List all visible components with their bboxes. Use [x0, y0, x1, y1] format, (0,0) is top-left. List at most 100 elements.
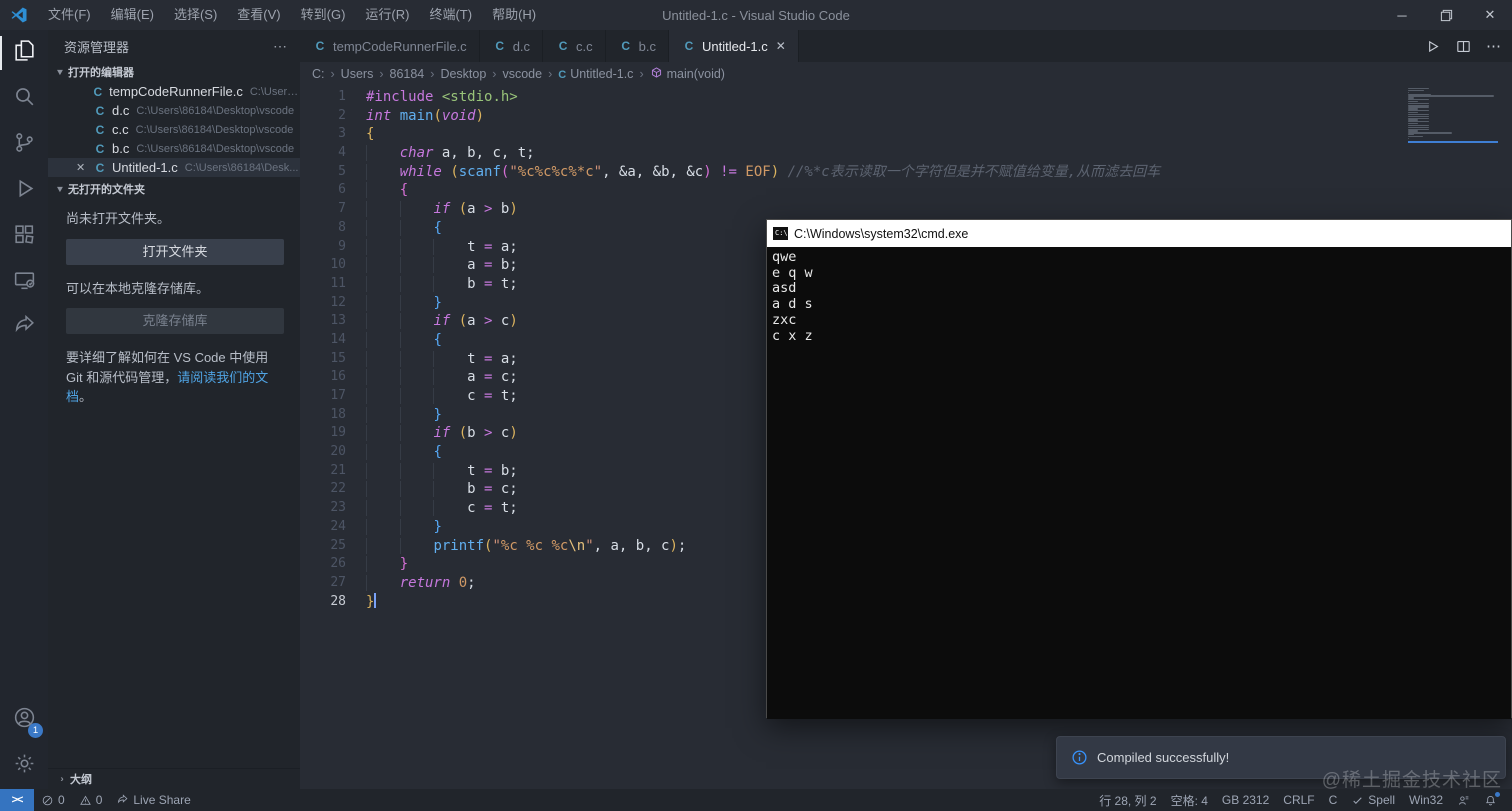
menu-item[interactable]: 查看(V) — [227, 0, 290, 30]
more-actions-icon[interactable]: ⋯ — [1486, 37, 1502, 55]
open-editor-item[interactable]: Cb.c C:\Users\86184\Desktop\vscode — [48, 139, 300, 158]
breadcrumb-item[interactable]: C Untitled-1.c — [558, 67, 633, 81]
menu-item[interactable]: 帮助(H) — [482, 0, 546, 30]
open-editors-section[interactable]: ▼ 打开的编辑器 — [48, 62, 300, 82]
breadcrumb-item[interactable]: 86184 — [390, 67, 425, 81]
split-editor-icon[interactable] — [1455, 38, 1472, 55]
code-line[interactable]: 7 if (a > b) — [300, 200, 1512, 219]
cmd-titlebar[interactable]: C:\Windows\system32\cmd.exe — [767, 220, 1511, 247]
status-win32[interactable]: Win32 — [1402, 789, 1450, 811]
breadcrumb-item[interactable]: Users — [341, 67, 374, 81]
line-number: 8 — [338, 219, 346, 235]
code-line[interactable]: 2 int main(void) — [300, 107, 1512, 126]
cmd-output[interactable]: qwe e q w asd a d s zxc c x z — [767, 247, 1511, 719]
activitybar-remote-explorer[interactable] — [0, 260, 48, 306]
tab-tempCodeRunnerFile.c[interactable]: CtempCodeRunnerFile.c — [300, 30, 480, 62]
menu-item[interactable]: 转到(G) — [291, 0, 356, 30]
token-var — [450, 575, 458, 591]
remote-indicator[interactable]: >< — [0, 789, 34, 811]
activitybar-source-control[interactable] — [0, 122, 48, 168]
open-editor-item[interactable]: CtempCodeRunnerFile.c C:\Users\... — [48, 82, 300, 101]
breadcrumb: C: › Users › 86184 › Desktop › vscode › C Untitled-… — [300, 62, 1512, 86]
status-0[interactable]: 0 — [34, 789, 72, 811]
close-tab-icon[interactable]: ✕ — [776, 39, 786, 53]
status-live-share[interactable]: Live Share — [109, 789, 197, 811]
line-number: 13 — [330, 313, 346, 329]
code-line[interactable]: 6 { — [300, 181, 1512, 200]
menu-item[interactable]: 终端(T) — [419, 0, 482, 30]
activitybar-live-share[interactable] — [0, 306, 48, 352]
indent-guide — [400, 425, 434, 441]
no-folder-section[interactable]: ▼ 无打开的文件夹 — [48, 179, 300, 199]
activitybar-run-debug[interactable] — [0, 168, 48, 214]
activitybar-settings[interactable] — [0, 743, 48, 789]
indent-guide — [366, 351, 400, 367]
status-bell[interactable] — [1477, 789, 1504, 811]
tab-Untitled-1.c[interactable]: C Untitled-1.c ✕ — [669, 30, 799, 62]
indent-guide — [366, 220, 400, 236]
breadcrumb-item[interactable]: vscode — [502, 67, 542, 81]
code-line[interactable]: 5 while (scanf("%c%c%c%*c", &a, &b, &c) … — [300, 163, 1512, 182]
status-gb-2312[interactable]: GB 2312 — [1215, 789, 1276, 811]
breadcrumb-item[interactable]: main(void) — [650, 66, 725, 82]
minimize-button[interactable]: ─ — [1380, 0, 1424, 30]
status-right: 行 28, 列 2 空格: 4 GB 2312 CRLF C Spell Win32 — [1092, 789, 1512, 811]
breadcrumb-separator: › — [379, 67, 384, 81]
minimap-line — [1408, 115, 1429, 117]
tab-d.c[interactable]: Cd.c — [479, 30, 544, 62]
open-editor-item[interactable]: ✕ C Untitled-1.c C:\Users\86184\Desk... — [48, 158, 300, 177]
restore-button[interactable] — [1424, 0, 1468, 30]
breadcrumb-label: Untitled-1.c — [570, 67, 634, 81]
settings-icon — [12, 751, 37, 781]
open-editor-item[interactable]: Cd.c C:\Users\86184\Desktop\vscode — [48, 101, 300, 120]
run-code-icon[interactable] — [1424, 38, 1441, 55]
code-text: printf("%c %c %c\n", a, b, c); — [346, 537, 686, 556]
token-var — [450, 201, 458, 217]
activitybar-extensions[interactable] — [0, 214, 48, 260]
code-line[interactable]: 4 char a, b, c, t; — [300, 144, 1512, 163]
menu-item[interactable]: 选择(S) — [164, 0, 227, 30]
outline-section[interactable]: › 大纲 — [48, 768, 300, 789]
menu-item[interactable]: 文件(F) — [38, 0, 101, 30]
token-b1: ( — [450, 163, 459, 180]
open-editor-item[interactable]: Cc.c C:\Users\86184\Desktop\vscode — [48, 120, 300, 139]
notification-toast[interactable]: Compiled successfully! — [1056, 736, 1506, 779]
text-cursor — [374, 592, 376, 608]
activitybar-explorer[interactable] — [0, 30, 48, 76]
menu-item[interactable]: 运行(R) — [355, 0, 419, 30]
clone-repo-button[interactable]: 克隆存储库 — [66, 308, 284, 334]
token-fmt: %c%c%c%*c — [517, 163, 594, 180]
status-行-28-列-2[interactable]: 行 28, 列 2 — [1092, 789, 1163, 811]
code-line[interactable]: 3{ — [300, 125, 1512, 144]
status-feedback[interactable] — [1450, 789, 1477, 811]
tab-c.c[interactable]: Cc.c — [543, 30, 606, 62]
breadcrumb-item[interactable]: Desktop — [440, 67, 486, 81]
breadcrumb-separator: › — [639, 67, 644, 81]
minimap[interactable] — [1408, 88, 1498, 144]
status-spell[interactable]: Spell — [1344, 789, 1402, 811]
open-folder-button[interactable]: 打开文件夹 — [66, 238, 284, 265]
code-text: t = b; — [346, 462, 518, 481]
line-number: 20 — [330, 444, 346, 460]
code-line[interactable]: 1 #include <stdio.h> — [300, 88, 1512, 107]
token-b1: } — [366, 593, 375, 610]
indent-guide — [400, 407, 434, 423]
indent-guide — [433, 257, 467, 273]
token-kw: if — [433, 313, 451, 330]
breadcrumb-item[interactable]: C: — [312, 67, 325, 81]
status-空格-4[interactable]: 空格: 4 — [1164, 789, 1215, 811]
status-c[interactable]: C — [1322, 789, 1345, 811]
close-file-icon[interactable]: ✕ — [76, 161, 92, 174]
cmd-icon — [773, 227, 788, 240]
activitybar-search[interactable] — [0, 76, 48, 122]
line-number: 11 — [330, 275, 346, 291]
open-editor-path: C:\Users\86184\Desktop\vscode — [136, 142, 295, 155]
activitybar-accounts[interactable]: 1 — [0, 697, 48, 743]
status-0[interactable]: 0 — [72, 789, 110, 811]
status-crlf[interactable]: CRLF — [1276, 789, 1321, 811]
menu-item[interactable]: 编辑(E) — [101, 0, 164, 30]
close-button[interactable]: ✕ — [1468, 0, 1512, 30]
sidebar-more-actions[interactable]: ⋯ — [273, 38, 288, 55]
tab-b.c[interactable]: Cb.c — [605, 30, 669, 62]
token-kw: while — [399, 163, 442, 180]
